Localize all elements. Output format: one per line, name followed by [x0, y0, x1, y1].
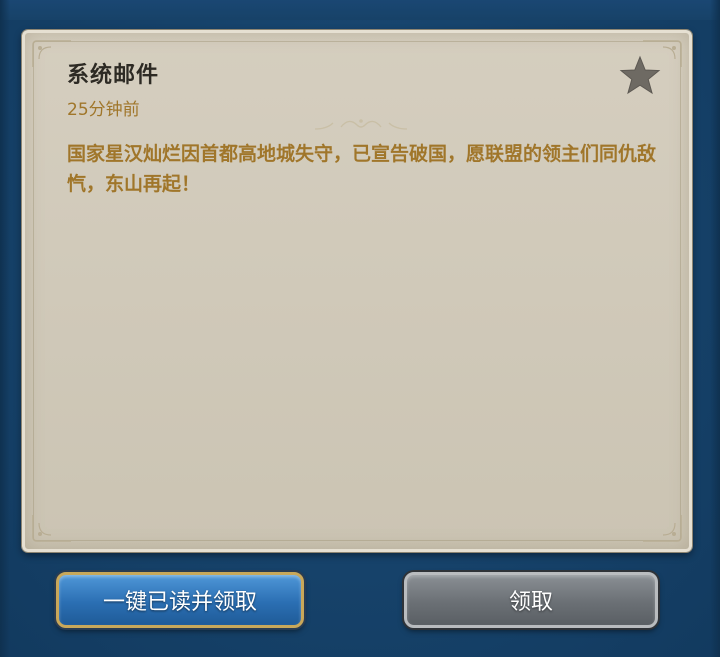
background-edge-right — [710, 0, 720, 657]
claim-label: 领取 — [508, 590, 553, 615]
mail-timestamp: 25分钟前 — [67, 100, 140, 120]
background-edge-left — [0, 0, 10, 657]
background-top-bar — [0, 0, 720, 20]
read-all-and-claim-label: 一键已读并领取 — [102, 590, 257, 615]
mail-panel: 系统邮件 25分钟前 国家星汉灿烂因首都高地城失守，已宣告破国，愿联盟的领主们同… — [22, 30, 692, 552]
claim-button[interactable]: 领取 — [404, 572, 658, 628]
corner-ornament — [643, 515, 682, 542]
ornament-divider-icon — [314, 119, 408, 130]
corner-ornament — [32, 515, 71, 542]
star-icon[interactable] — [619, 55, 661, 95]
mail-body-text: 国家星汉灿烂因首都高地城失守，已宣告破国，愿联盟的领主们同仇敌忾，东山再起！ — [67, 143, 657, 195]
mail-title: 系统邮件 — [67, 63, 160, 88]
read-all-and-claim-button[interactable]: 一键已读并领取 — [56, 572, 304, 628]
